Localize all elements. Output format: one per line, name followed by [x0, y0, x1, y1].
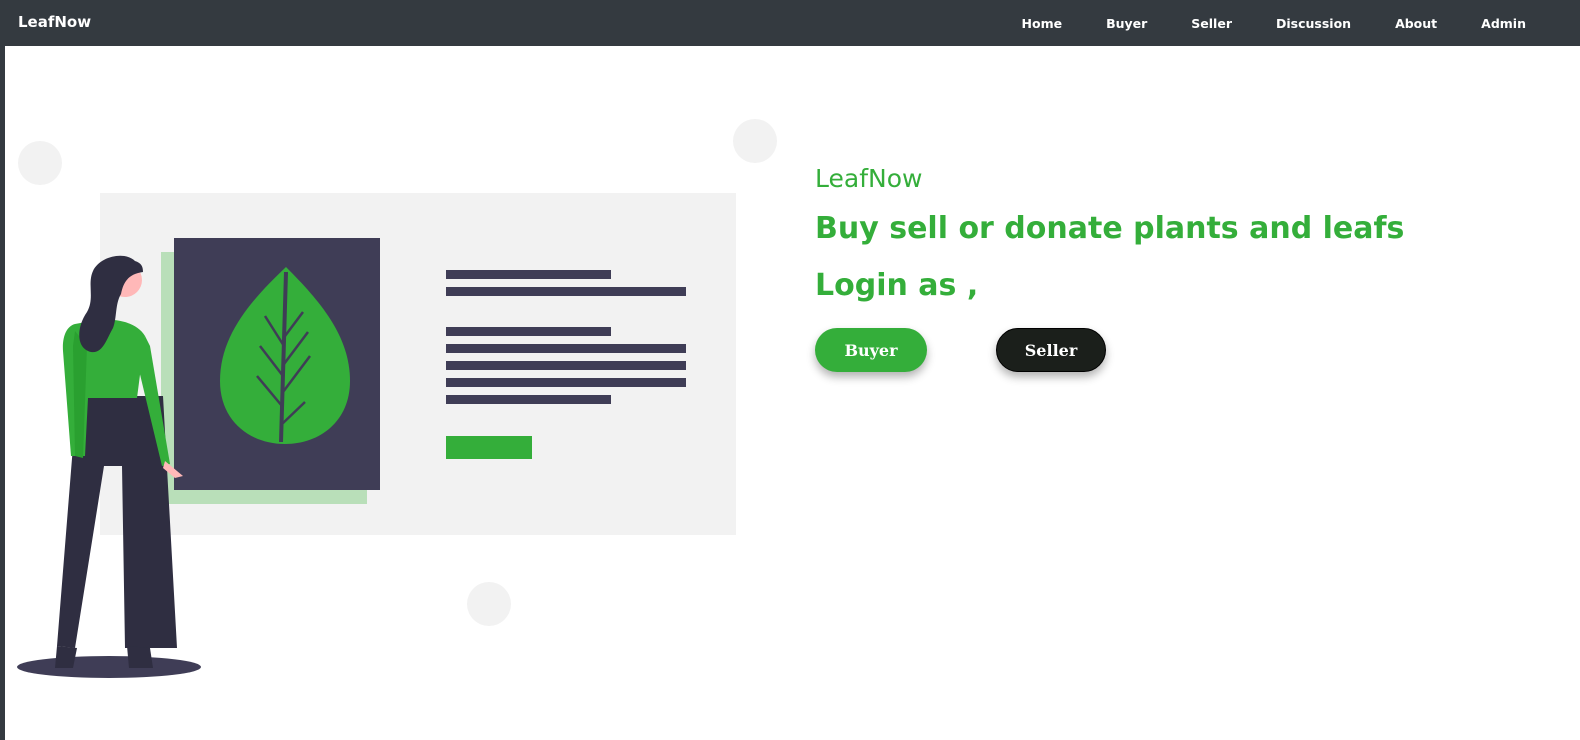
decor-circle: [467, 582, 511, 626]
decor-circle: [733, 119, 777, 163]
nav-links: Home Buyer Seller Discussion About Admin: [1000, 0, 1548, 46]
login-prompt: Login as ,: [815, 268, 979, 303]
nav-link-about[interactable]: About: [1373, 16, 1459, 31]
nav-link-discussion[interactable]: Discussion: [1254, 16, 1373, 31]
seller-login-button[interactable]: Seller: [996, 328, 1106, 372]
login-buttons: Buyer Seller: [815, 328, 1404, 372]
hero-illustration: [17, 119, 777, 678]
illustration-green-button: [446, 436, 532, 459]
nav-link-seller[interactable]: Seller: [1169, 16, 1254, 31]
nav-link-home[interactable]: Home: [1000, 16, 1085, 31]
hero-text-block: LeafNow Buy sell or donate plants and le…: [815, 160, 1404, 372]
decor-circle: [18, 141, 62, 185]
navbar-brand[interactable]: LeafNow: [18, 13, 91, 31]
top-navbar: LeafNow Home Buyer Seller Discussion Abo…: [5, 0, 1580, 46]
hero-brand-title: LeafNow: [815, 164, 923, 193]
buyer-login-button[interactable]: Buyer: [815, 328, 927, 372]
hero-tagline: Buy sell or donate plants and leafs: [815, 211, 1405, 246]
nav-link-admin[interactable]: Admin: [1459, 16, 1548, 31]
nav-link-buyer[interactable]: Buyer: [1084, 16, 1169, 31]
